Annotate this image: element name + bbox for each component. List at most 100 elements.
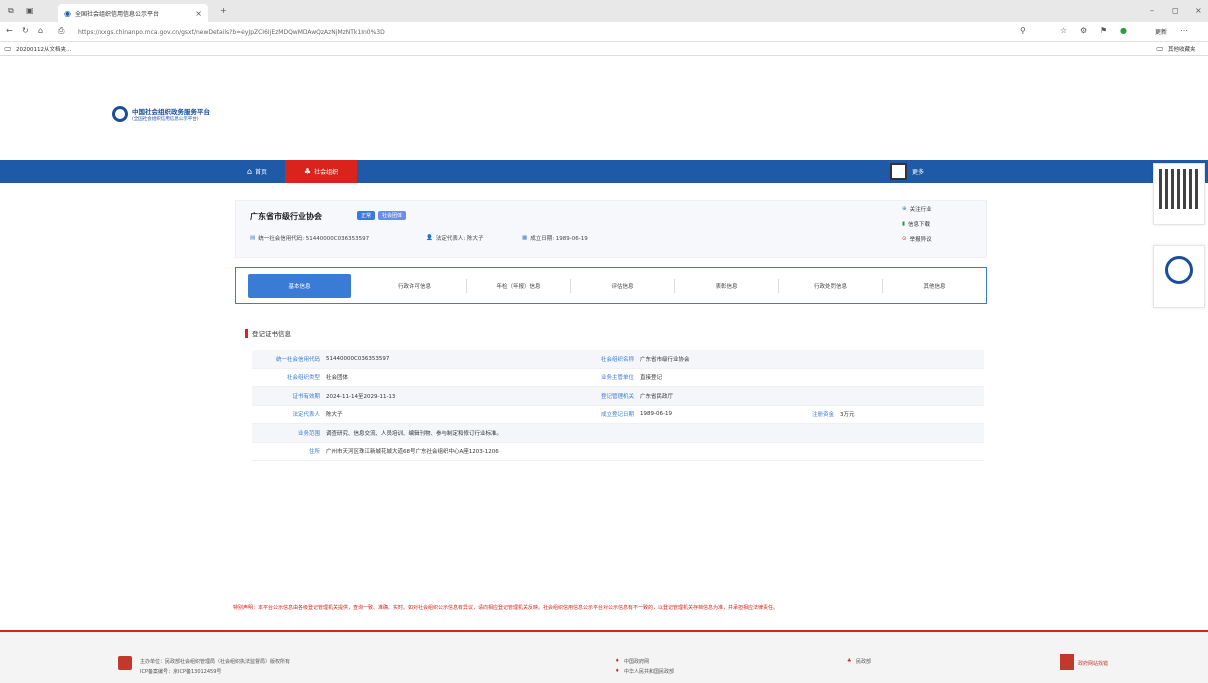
org-nav-icon: ♣ [303, 167, 312, 176]
favorite-icon[interactable]: ☆ [1060, 26, 1067, 35]
tab-penalty[interactable]: 行政处罚信息 [779, 268, 882, 303]
rep-text: 法定代表人: 陈大子 [435, 236, 484, 242]
table-row: 法定代表人 陈大子 成立登记日期 1989-06-19 注册资金 3万元 [252, 406, 984, 424]
logo-subtitle: (全国社会组织信用信息公示平台) [132, 117, 199, 122]
qr-code-icon [1159, 169, 1199, 209]
logo-title: 中国社会组织政务服务平台 [132, 108, 210, 116]
site-logo[interactable]: 中国社会组织政务服务平台 (全国社会组织信用信息公示平台) [112, 106, 210, 122]
org-name-value: 广东省市级行业协会 [640, 356, 690, 363]
profile-icon[interactable]: ● [1120, 26, 1127, 35]
follow-action[interactable]: ⊕ 关注行业 [902, 205, 932, 213]
table-row: 社会组织类型 社会团体 业务主管单位 直接登记 [252, 369, 984, 387]
download-action[interactable]: ▮ 信息下载 [902, 220, 930, 228]
table-row: 业务范围 调查研究、信息交流、人员培训、编辑刊物、参与制定和修订行业标准。 [252, 424, 984, 443]
refresh-icon[interactable]: ↻ [22, 26, 29, 35]
back-icon[interactable]: ← [6, 26, 13, 35]
extensions-icon[interactable]: ⚑ [1100, 26, 1107, 35]
logo-emblem-icon [112, 106, 128, 122]
tab-other[interactable]: 其他信息 [883, 268, 986, 303]
type-value: 社会团体 [326, 375, 349, 382]
browser-tab[interactable]: ◉ 全国社会组织信用信息公示平台 × [58, 4, 208, 22]
footer-link-mca[interactable]: 中华人民共和国民政部 [624, 668, 674, 675]
url-input[interactable]: https://xxgs.chinanpo.mca.gov.cn/gsxt/ne… [78, 25, 1078, 39]
footer-icp[interactable]: ICP备案编号：京ICP备13012459号 [140, 668, 221, 675]
more-options-icon[interactable]: ⋯ [1180, 26, 1188, 35]
footer-sponsor: 主办单位：民政部社会组织管理局（社会组织执法监督局）版权所有 [140, 659, 291, 665]
type-label: 社会组织类型 [286, 375, 320, 382]
footer-link-ministry[interactable]: 民政部 [856, 658, 871, 665]
app-logo-icon [1165, 256, 1193, 284]
maximize-icon[interactable]: ◻ [1172, 6, 1179, 15]
footer-error-badge[interactable]: 政府网站找错 [1078, 660, 1108, 667]
nav-org-button[interactable]: ♣ 社会组织 [285, 160, 357, 183]
nav-more-label[interactable]: 更多 [912, 167, 924, 176]
capital-label: 注册资金 [811, 412, 834, 419]
emblem-icon [118, 656, 132, 670]
other-bookmarks[interactable]: 其他收藏夹 [1168, 45, 1196, 53]
valid-period-value: 2024-11-14至2029-11-13 [326, 393, 396, 400]
browser-tab-title: 全国社会组织信用信息公示平台 [74, 10, 159, 18]
tab-license[interactable]: 行政许可信息 [363, 268, 466, 303]
credit-code-label: 统一社会信用代码 [275, 356, 320, 363]
home-icon[interactable]: ⌂ [38, 26, 43, 35]
nav-home-button[interactable]: ⌂ 首页 [232, 160, 282, 183]
report-action[interactable]: ⊙ 举报异议 [902, 235, 932, 243]
person-icon: 👤 [426, 235, 433, 241]
update-button[interactable]: 更新 [1155, 27, 1167, 36]
scope-label: 业务范围 [297, 430, 320, 437]
report-label: 举报异议 [909, 237, 932, 243]
registration-info-table: 统一社会信用代码 51440000C036353597 社会组织名称 广东省市级… [252, 350, 984, 461]
reg-authority-value: 广东省民政厅 [640, 393, 674, 400]
date-meta: ▦ 成立日期: 1989-06-19 [522, 234, 588, 242]
follow-label: 关注行业 [909, 207, 932, 213]
biz-unit-label: 业务主管单位 [600, 375, 634, 382]
tab-commendation[interactable]: 表彰信息 [675, 268, 778, 303]
id-icon: ▤ [250, 235, 256, 241]
tab-annual-report[interactable]: 年检（年报）信息 [467, 268, 570, 303]
mca-link-icon: ♦ [615, 668, 620, 674]
date-text: 成立日期: 1989-06-19 [530, 236, 588, 242]
capital-value: 3万元 [840, 412, 855, 419]
workspaces-icon[interactable]: ⧉ [8, 6, 14, 16]
calendar-icon: ▦ [522, 235, 528, 241]
minimize-icon[interactable]: – [1150, 6, 1154, 15]
section-title: 登记证书信息 [252, 330, 291, 338]
close-window-icon[interactable]: × [1195, 6, 1202, 15]
status-badge: 正常 [357, 211, 376, 220]
close-tab-icon[interactable]: × [195, 9, 202, 18]
rep-value: 陈大子 [326, 412, 343, 419]
section-header: 登记证书信息 [245, 328, 291, 338]
collections-icon[interactable]: ⚙ [1080, 26, 1087, 35]
detail-tabs: 基本信息 行政许可信息 年检（年报）信息 评估信息 表彰信息 行政处罚信息 其他… [235, 267, 987, 304]
org-name: 广东省市级行业协会 [250, 212, 322, 221]
type-badge: 社会团体 [378, 211, 407, 220]
credit-code-value: 51440000C036353597 [326, 355, 390, 362]
favorites-bar: ▭ 20200112从文档夹... ▭ 其他收藏夹 [0, 42, 1208, 56]
table-row: 证书有效期 2024-11-14至2029-11-13 登记管理机关 广东省民政… [252, 387, 984, 406]
nav-org-label: 社会组织 [314, 169, 339, 176]
floating-qr-card[interactable] [1153, 163, 1205, 225]
tab-basic-info[interactable]: 基本信息 [248, 273, 351, 298]
page-info-icon[interactable]: ⎙ [58, 26, 64, 36]
zoom-icon[interactable]: ⚲ [1020, 26, 1026, 35]
main-nav-bar [0, 160, 1208, 183]
gov-link-icon: ♦ [615, 658, 620, 664]
nav-qr-code-icon[interactable] [890, 163, 907, 180]
report-error-icon [1060, 654, 1074, 670]
bookmark-item[interactable]: 20200112从文档夹... [16, 45, 71, 53]
disclaimer-text: 特别声明：本平台公示信息由各级登记管理机关提供，查询一致、准确、实时。如对社会组… [233, 605, 779, 611]
nav-home-label: 首页 [255, 169, 268, 176]
tab-evaluation[interactable]: 评估信息 [571, 268, 674, 303]
mca-logo-icon: ♣ [847, 658, 852, 664]
floating-app-card[interactable] [1153, 245, 1205, 308]
address-value: 广州市天河区珠江新城花城大道68号广东社会组织中心A座1203-1206 [326, 449, 499, 456]
tab-actions-icon[interactable]: ▣ [26, 6, 34, 15]
footer-link-gov[interactable]: 中国政府网 [624, 658, 649, 665]
scope-value: 调查研究、信息交流、人员培训、编辑刊物、参与制定和修订行业标准。 [326, 430, 503, 437]
rep-meta: 👤 法定代表人: 陈大子 [426, 234, 483, 242]
new-tab-icon[interactable]: + [220, 6, 227, 15]
org-name-label: 社会组织名称 [600, 356, 634, 363]
org-summary-card [235, 200, 987, 258]
valid-period-label: 证书有效期 [292, 393, 320, 400]
site-favicon-icon: ◉ [64, 8, 71, 18]
